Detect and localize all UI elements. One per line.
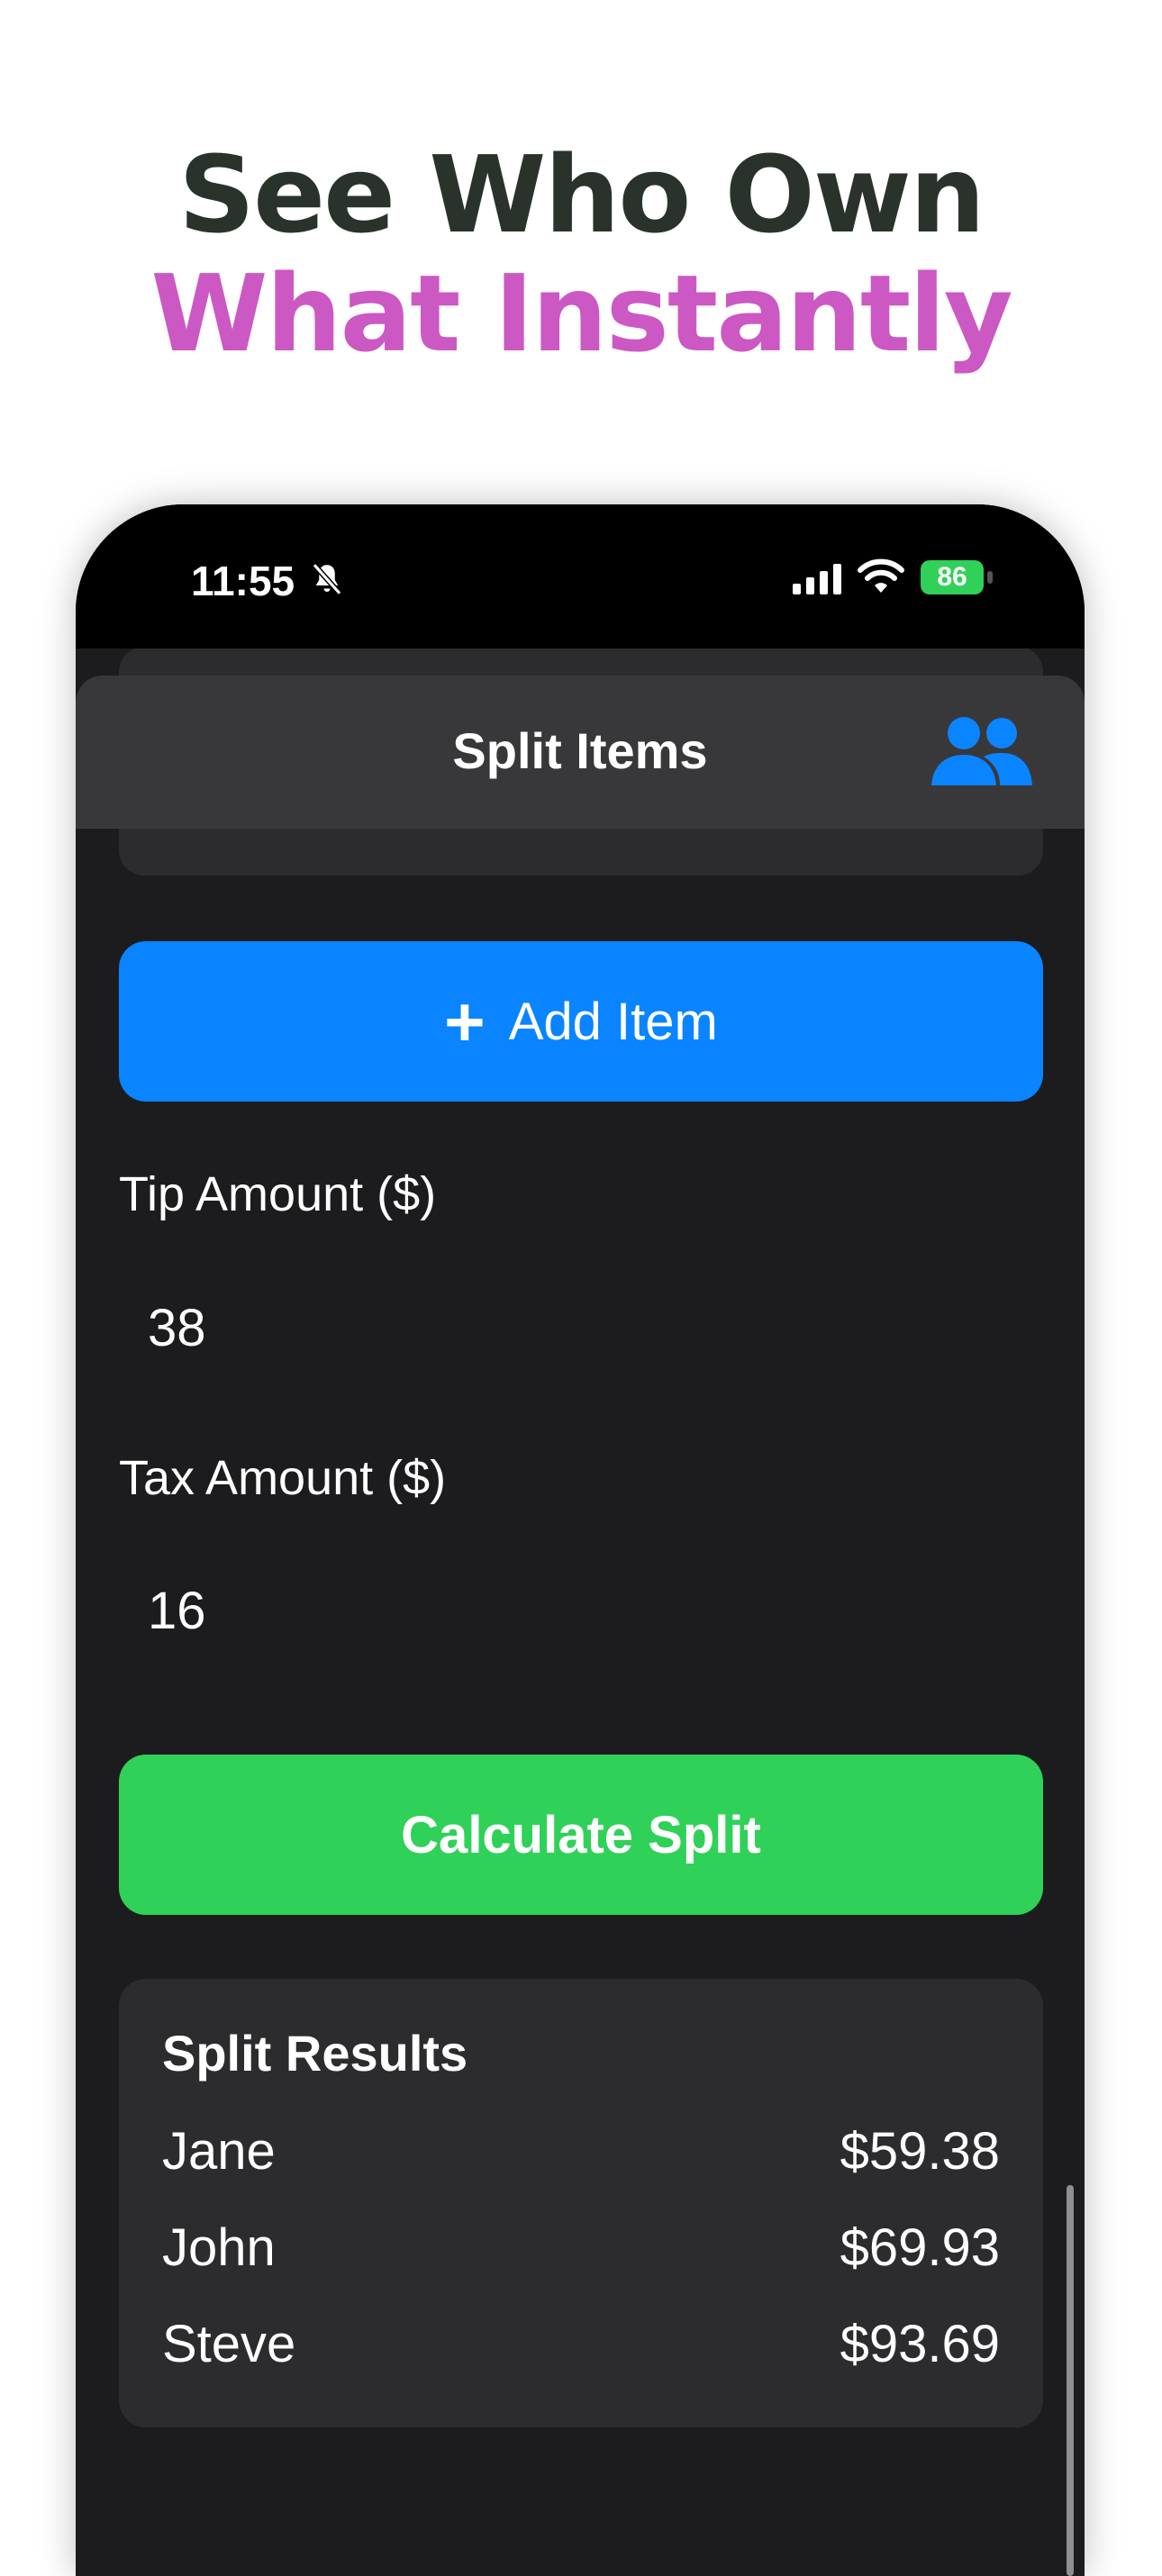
battery-level: 86 (937, 562, 967, 592)
result-amount: $93.69 (840, 2315, 1000, 2373)
phone-frame: 11:55 86 Split Items + Add Item Tip Amou… (76, 504, 1085, 2576)
plus-icon: + (444, 982, 486, 1061)
battery-cap (987, 571, 993, 584)
cellular-signal-icon (793, 564, 841, 594)
navigation-bar: Split Items (76, 676, 1085, 829)
result-amount: $59.38 (840, 2122, 1000, 2181)
wifi-icon (858, 558, 904, 593)
add-item-button[interactable]: + Add Item (119, 941, 1043, 1102)
result-name: Steve (162, 2315, 296, 2373)
promo-line-1: See Who Own (178, 132, 985, 257)
bell-slash-icon (312, 563, 342, 595)
result-row: Jane $59.38 (162, 2121, 1000, 2193)
result-name: John (162, 2218, 276, 2277)
split-results-card: Split Results Jane $59.38 John $69.93 St… (119, 1979, 1043, 2427)
calculate-split-button[interactable]: Calculate Split (119, 1755, 1043, 1915)
result-row: John $69.93 (162, 2218, 1000, 2290)
tax-amount-label: Tax Amount ($) (119, 1451, 447, 1505)
add-item-label: Add Item (508, 992, 718, 1051)
result-amount: $69.93 (840, 2218, 1000, 2277)
tax-amount-input[interactable] (146, 1580, 960, 1642)
scroll-indicator[interactable] (1067, 2185, 1074, 2576)
tip-amount-input[interactable] (146, 1297, 960, 1359)
promo-headline: See Who Own What Instantly (0, 135, 1162, 373)
result-name: Jane (162, 2122, 276, 2181)
people-icon[interactable] (928, 712, 1036, 793)
split-results-title: Split Results (162, 2025, 468, 2082)
battery-charging-icon: 86 (921, 560, 984, 594)
status-time: 11:55 (191, 558, 295, 604)
status-bar: 11:55 86 (76, 504, 1085, 649)
promo-line-2: What Instantly (150, 251, 1012, 376)
tip-amount-label: Tip Amount ($) (119, 1167, 437, 1221)
app-screen: 11:55 86 Split Items + Add Item Tip Amou… (76, 504, 1085, 2576)
result-row: Steve $93.69 (162, 2314, 1000, 2386)
